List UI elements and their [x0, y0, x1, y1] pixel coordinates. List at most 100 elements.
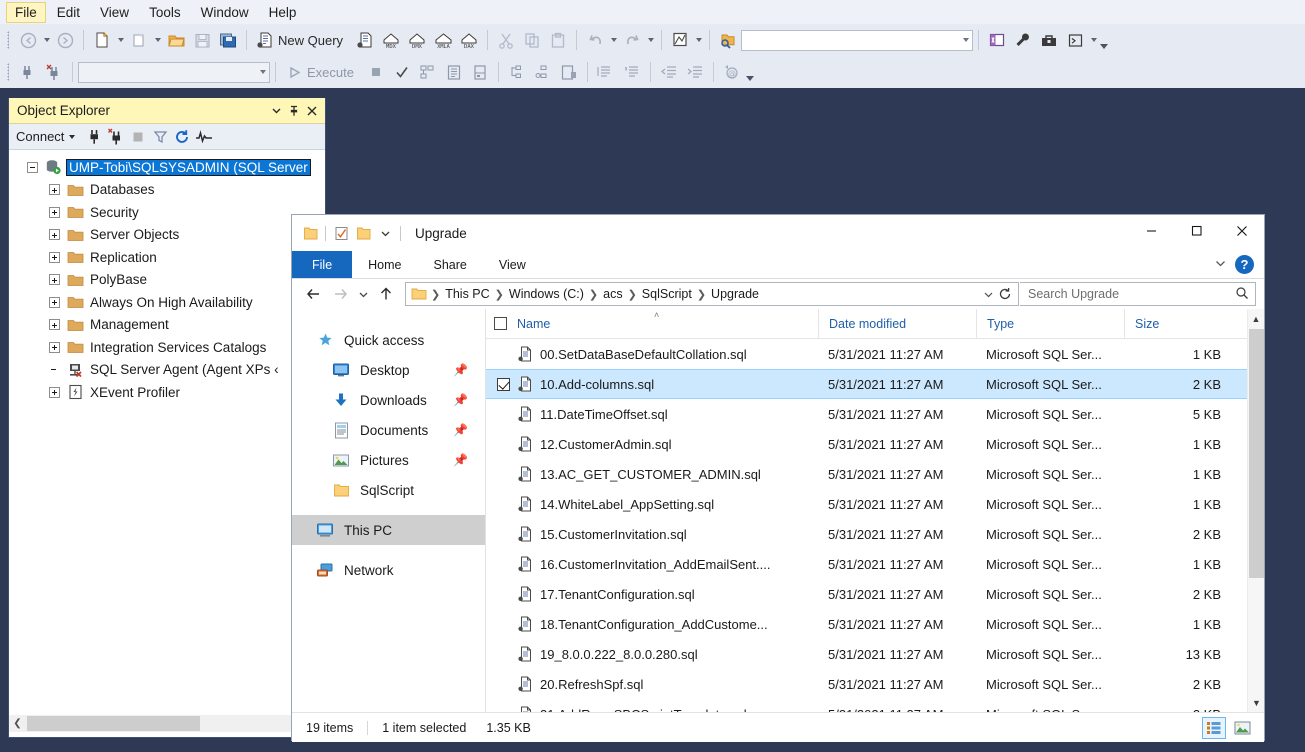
file-list-vertical-scrollbar[interactable]: ▲ ▼: [1247, 309, 1264, 712]
increase-indent-button[interactable]: [682, 60, 708, 84]
scroll-left-icon[interactable]: ❮: [9, 715, 26, 732]
scrollbar-thumb[interactable]: [27, 716, 200, 731]
tree-node-server[interactable]: UMP-Tobi\SQLSYSADMIN (SQL Server: [9, 156, 325, 179]
pin-icon[interactable]: 📌: [453, 363, 468, 377]
tree-node-polybase[interactable]: PolyBase: [9, 269, 325, 292]
ribbon-tab-view[interactable]: View: [483, 251, 542, 278]
breadcrumb-windows-c[interactable]: Windows (C:): [506, 287, 587, 301]
search-input[interactable]: Search Upgrade: [1028, 287, 1235, 301]
expand-expander-icon[interactable]: [49, 342, 60, 353]
ribbon-tab-file[interactable]: File: [292, 251, 352, 278]
specify-values-button[interactable]: @: [719, 60, 745, 84]
tree-node-integration-services-catalogs[interactable]: Integration Services Catalogs: [9, 336, 325, 359]
uncomment-button[interactable]: [619, 60, 645, 84]
cut-button[interactable]: [493, 28, 519, 52]
column-header-name[interactable]: Name: [486, 309, 818, 339]
expand-expander-icon[interactable]: [49, 319, 60, 330]
breadcrumb-this-pc[interactable]: This PC: [442, 287, 492, 301]
nav-item-documents[interactable]: Documents 📌: [292, 415, 486, 445]
undo-button[interactable]: [582, 28, 608, 52]
tree-node-databases[interactable]: Databases: [9, 179, 325, 202]
tree-node-management[interactable]: Management: [9, 314, 325, 337]
object-explorer-tree[interactable]: UMP-Tobi\SQLSYSADMIN (SQL Server Databas…: [9, 150, 325, 732]
new-query-dropdown-caret-icon[interactable]: [115, 29, 126, 51]
menu-tools[interactable]: Tools: [140, 2, 190, 23]
up-button[interactable]: [373, 282, 399, 306]
forward-button[interactable]: [327, 282, 353, 306]
breadcrumb-upgrade[interactable]: Upgrade: [708, 287, 762, 301]
refresh-icon[interactable]: [171, 127, 193, 147]
dax-query-button[interactable]: DAX: [456, 28, 482, 52]
column-header-date-modified[interactable]: Date modified: [818, 309, 976, 339]
table-row[interactable]: 17.TenantConfiguration.sql 5/31/2021 11:…: [486, 579, 1264, 609]
expand-expander-icon[interactable]: [49, 207, 60, 218]
minimize-button[interactable]: [1129, 215, 1174, 246]
mdx-query-button[interactable]: MDX: [378, 28, 404, 52]
pin-icon[interactable]: 📌: [453, 393, 468, 407]
details-view-button[interactable]: [1202, 717, 1226, 739]
back-button[interactable]: [300, 282, 326, 306]
table-row[interactable]: 12.CustomerAdmin.sql 5/31/2021 11:27 AM …: [486, 429, 1264, 459]
find-in-files-button[interactable]: [715, 28, 741, 52]
toolbar-overflow-button[interactable]: [1099, 28, 1109, 52]
new-data-query-button[interactable]: [667, 28, 693, 52]
menu-window[interactable]: Window: [192, 2, 258, 23]
row-checkbox[interactable]: [492, 378, 514, 391]
menu-view[interactable]: View: [91, 2, 138, 23]
folder-icon[interactable]: [299, 222, 321, 244]
table-row[interactable]: 10.Add-columns.sql 5/31/2021 11:27 AM Mi…: [486, 369, 1264, 399]
tree-node-security[interactable]: Security: [9, 201, 325, 224]
nav-item-quick-access[interactable]: Quick access: [292, 325, 486, 355]
expand-ribbon-caret-icon[interactable]: [1214, 257, 1227, 273]
object-explorer-horizontal-scrollbar[interactable]: ❮: [9, 715, 325, 732]
toolbar-grip[interactable]: [4, 30, 13, 50]
pin-icon[interactable]: 📌: [453, 423, 468, 437]
copy-button[interactable]: [519, 28, 545, 52]
ribbon-tab-share[interactable]: Share: [418, 251, 483, 278]
dmx-query-button[interactable]: DMX: [404, 28, 430, 52]
decrease-indent-button[interactable]: [656, 60, 682, 84]
scroll-up-icon[interactable]: ▲: [1248, 309, 1264, 328]
table-row[interactable]: 00.SetDataBaseDefaultCollation.sql 5/31/…: [486, 339, 1264, 369]
new-analysis-query-button[interactable]: [352, 28, 378, 52]
pin-icon[interactable]: [285, 101, 303, 121]
menu-edit[interactable]: Edit: [48, 2, 89, 23]
expand-expander-icon[interactable]: [49, 297, 60, 308]
connect-button[interactable]: [15, 60, 41, 84]
properties-window-button[interactable]: [1010, 28, 1036, 52]
stop-button[interactable]: [363, 60, 389, 84]
connect-plug-icon[interactable]: [83, 127, 105, 147]
tree-node-server-objects[interactable]: Server Objects: [9, 224, 325, 247]
expand-expander-icon[interactable]: [49, 387, 60, 398]
file-list[interactable]: 00.SetDataBaseDefaultCollation.sql 5/31/…: [486, 339, 1264, 712]
redo-button[interactable]: [619, 28, 645, 52]
column-header-size[interactable]: Size: [1124, 309, 1225, 339]
table-row[interactable]: 16.CustomerInvitation_AddEmailSent.... 5…: [486, 549, 1264, 579]
filter-icon[interactable]: [149, 127, 171, 147]
explorer-titlebar[interactable]: Upgrade: [292, 215, 1264, 251]
navigate-forward-button[interactable]: [52, 28, 78, 52]
search-icon[interactable]: [1235, 286, 1249, 303]
save-all-button[interactable]: [215, 28, 241, 52]
menu-file[interactable]: File: [6, 2, 46, 23]
xmla-query-button[interactable]: XMLA: [430, 28, 456, 52]
nav-item-pictures[interactable]: Pictures 📌: [292, 445, 486, 475]
recent-locations-button[interactable]: [354, 282, 372, 306]
column-header-type[interactable]: Type: [976, 309, 1124, 339]
refresh-icon[interactable]: [996, 287, 1014, 301]
query-options-button[interactable]: [441, 60, 467, 84]
breadcrumb-sqlscript[interactable]: SqlScript: [639, 287, 695, 301]
nav-item-this-pc[interactable]: This PC: [292, 515, 486, 545]
table-row[interactable]: 14.WhiteLabel_AppSetting.sql 5/31/2021 1…: [486, 489, 1264, 519]
nav-item-downloads[interactable]: Downloads 📌: [292, 385, 486, 415]
close-icon[interactable]: [303, 101, 321, 121]
parse-button[interactable]: [389, 60, 415, 84]
connect-dropdown-button[interactable]: Connect: [16, 129, 75, 144]
help-icon[interactable]: ?: [1235, 255, 1254, 274]
expand-expander-icon[interactable]: [49, 274, 60, 285]
toolbar-grip[interactable]: [4, 62, 13, 82]
expand-expander-icon[interactable]: [49, 252, 60, 263]
scroll-down-icon[interactable]: ▼: [1248, 693, 1265, 712]
scrollbar-thumb[interactable]: [1249, 329, 1264, 578]
toolbox-button[interactable]: [1036, 28, 1062, 52]
